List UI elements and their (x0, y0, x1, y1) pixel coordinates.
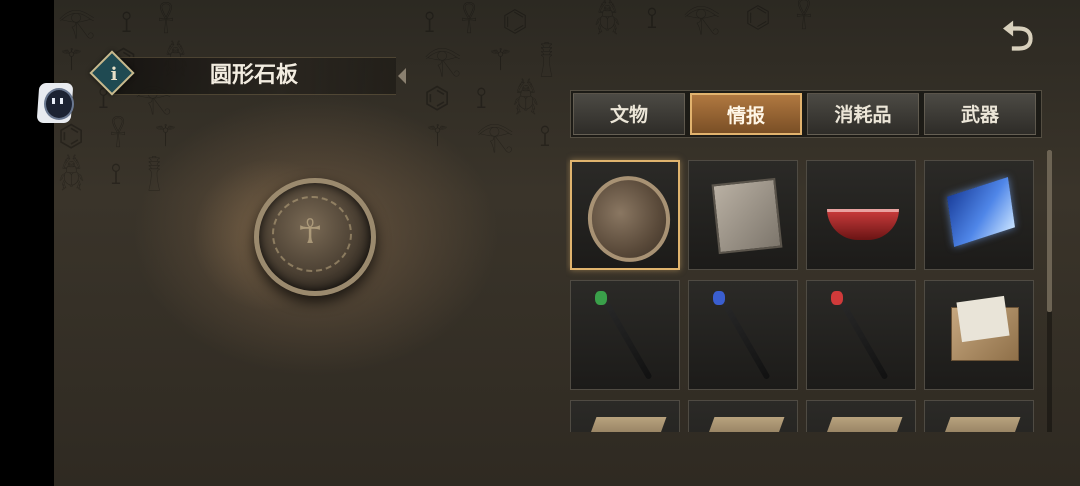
green-gem-icon (595, 291, 607, 305)
inventory-slot-partial[interactable] (688, 400, 798, 432)
inventory-slot-round-stone-tablet[interactable] (570, 160, 680, 270)
partial-item-icon (585, 417, 667, 432)
item-title: 圆形石板 (210, 62, 299, 88)
inventory-slot-red-bowl[interactable] (806, 160, 916, 270)
info-icon[interactable]: i (99, 60, 129, 90)
inventory-slot-partial[interactable] (924, 400, 1034, 432)
assistant-eyes-icon (52, 98, 64, 104)
inventory-slot-partial[interactable] (806, 400, 916, 432)
inventory-slot-blue-map[interactable] (924, 160, 1034, 270)
letter-paper-icon (956, 295, 1010, 343)
tab-consumables[interactable]: 消耗品 (807, 93, 919, 135)
category-tabs: 文物 情报 消耗品 武器 (570, 90, 1042, 138)
green-gem-staff-icon (599, 293, 653, 381)
inventory-slot-partial[interactable] (570, 400, 680, 432)
wall-carving-right: 𓆣 ⟟ 𓂀 ⌬ 𓋹 (594, 1, 821, 36)
inventory-slot-blue-gem-staff[interactable] (688, 280, 798, 390)
wall-carving-left: 𓂀 ⟟ 𓋹 ⚚ ⌬ 𓆣 𓊽 ⟟ 𓂀 ⌬ 𓋹 ⚚ 𓆣 ⟟ 𓊽 (58, 5, 189, 192)
inventory-slot-red-gem-staff[interactable] (806, 280, 916, 390)
partial-item-icon (821, 417, 903, 432)
tablet-engraving-icon: ☥ (297, 212, 323, 252)
tab-weapons[interactable]: 武器 (924, 93, 1036, 135)
red-gem-icon (831, 291, 843, 305)
round-stone-tablet-icon (579, 168, 679, 270)
inventory-slot-green-gem-staff[interactable] (570, 280, 680, 390)
blue-gem-icon (713, 291, 725, 305)
carved-stone-slab-icon (711, 177, 783, 255)
partial-item-icon (703, 417, 785, 432)
screen-edge (0, 0, 54, 486)
inventory-grid (566, 148, 1046, 432)
tab-intel[interactable]: 情报 (690, 93, 802, 135)
inventory-slot-carved-stone-slab[interactable] (688, 160, 798, 270)
blue-map-icon (947, 176, 1015, 248)
inventory-slot-letter-envelope[interactable] (924, 280, 1034, 390)
back-arrow-icon[interactable]: ⮌ (990, 14, 1046, 60)
tab-artifacts[interactable]: 文物 (573, 93, 685, 135)
red-bowl-icon (827, 209, 899, 240)
blue-gem-staff-icon (717, 293, 771, 381)
wall-carving-center: ⟟ 𓋹 ⌬ 𓂀 ⚚ 𓊽 ⌬ ⟟ 𓆣 ⚚ 𓂀 ⟟ (424, 5, 562, 154)
inventory-scrollbar-thumb[interactable] (1047, 150, 1052, 312)
assistant-face-icon (44, 88, 74, 120)
red-gem-staff-icon (835, 293, 889, 381)
partial-item-icon (939, 417, 1021, 432)
